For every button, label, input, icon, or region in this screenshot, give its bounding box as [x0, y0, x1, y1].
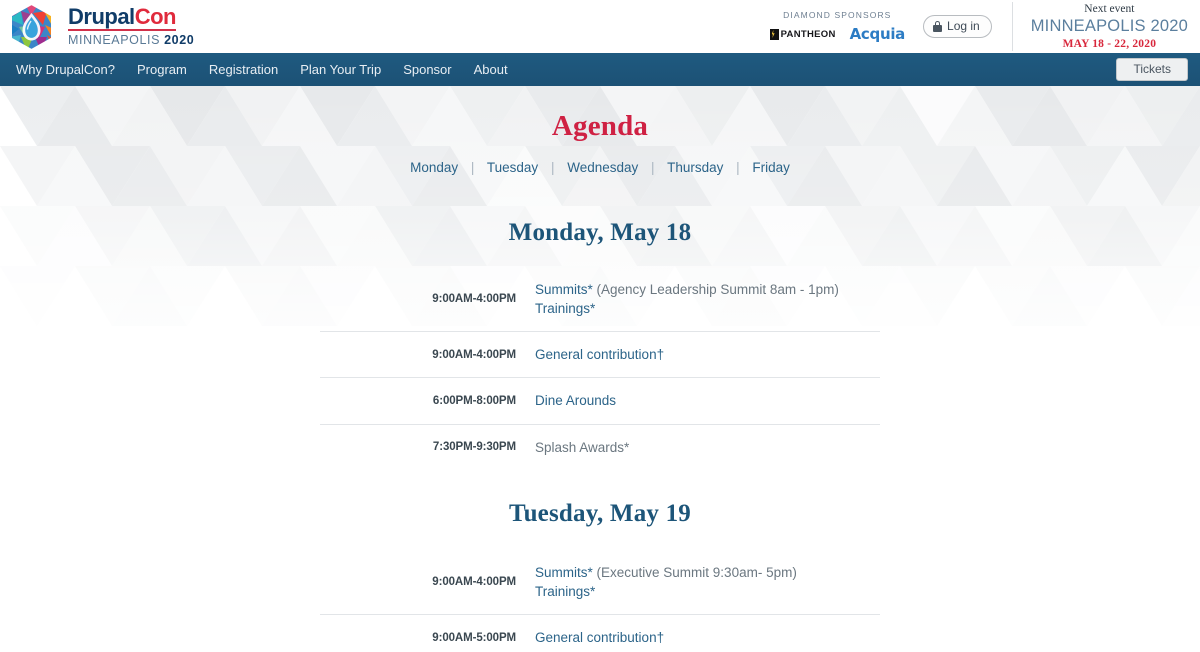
next-event-dates: MAY 18 - 22, 2020 — [1062, 37, 1157, 50]
lock-icon — [933, 20, 943, 32]
session-note: Splash Awards* — [535, 439, 630, 455]
row-time: 9:00AM-4:00PM — [432, 293, 516, 306]
row-time: 9:00AM-4:00PM — [432, 575, 516, 588]
wordmark-con: Con — [134, 4, 177, 30]
table-row: 6:00PM-8:00PM Dine Arounds — [320, 377, 880, 425]
agenda-table-tuesday: 9:00AM-4:00PM Summits* (Executive Summit… — [320, 550, 880, 652]
tickets-button[interactable]: Tickets — [1116, 58, 1188, 81]
row-time: 9:00AM-5:00PM — [320, 614, 535, 652]
row-line: Summits* (Executive Summit 9:30am- 5pm) — [535, 563, 880, 582]
day-link-separator: | — [651, 160, 655, 175]
session-link[interactable]: General contribution† — [535, 347, 664, 362]
next-event-city: MINNEAPOLIS 2020 — [1030, 17, 1188, 36]
site-header: DrupalCon MINNEAPOLIS 2020 DIAMOND SPONS… — [0, 0, 1200, 53]
pantheon-label: PANTHEON — [780, 28, 836, 40]
row-line: Trainings* — [535, 299, 880, 318]
drupalcon-wordmark: DrupalCon MINNEAPOLIS 2020 — [68, 6, 194, 47]
day-anchor-nav: Monday | Tuesday | Wednesday | Thursday … — [0, 160, 1200, 175]
page-title: Agenda — [551, 110, 649, 142]
row-time: 7:30PM-9:30PM — [320, 423, 535, 470]
pantheon-bolt-icon — [769, 28, 779, 40]
day-link-separator: | — [470, 160, 475, 175]
row-time: 6:00PM-8:00PM — [320, 377, 535, 425]
nav-item-why-drupalcon[interactable]: Why DrupalCon? — [16, 62, 115, 77]
row-description: General contribution† — [535, 331, 880, 378]
day-heading-tuesday: Tuesday, May 19 — [509, 499, 691, 527]
brand-logo[interactable]: DrupalCon MINNEAPOLIS 2020 — [0, 2, 194, 51]
day-link-thursday[interactable]: Thursday — [667, 160, 723, 175]
session-note: (Agency Leadership Summit 8am - 1pm) — [592, 282, 839, 297]
day-heading-monday: Monday, May 18 — [508, 219, 692, 246]
session-link[interactable]: Summits* — [535, 282, 593, 297]
table-row: 9:00AM-5:00PM General contribution† — [320, 614, 880, 652]
header-right-group: DIAMOND SPONSORS PANTHEON Acquia Log in … — [769, 1, 1200, 52]
session-link[interactable]: Dine Arounds — [535, 393, 616, 408]
table-row: 9:00AM-4:00PM Summits* (Executive Summit… — [320, 550, 880, 615]
wordmark-drupal: Drupal — [68, 4, 135, 30]
row-description: Splash Awards* — [535, 423, 880, 470]
session-link[interactable]: Summits* — [535, 565, 593, 580]
nav-item-sponsor[interactable]: Sponsor — [403, 62, 451, 77]
wordmark-year: 2020 — [164, 33, 195, 48]
table-row: 9:00AM-4:00PM General contribution† — [320, 331, 880, 378]
row-line: Splash Awards* — [535, 438, 880, 457]
agenda-table-monday: 9:00AM-4:00PM Summits* (Agency Leadershi… — [320, 267, 880, 470]
row-line: Dine Arounds — [535, 391, 880, 410]
session-note: (Executive Summit 9:30am- 5pm) — [592, 564, 797, 580]
day-link-separator: | — [550, 160, 555, 175]
day-link-wednesday[interactable]: Wednesday — [567, 160, 638, 175]
sponsors-label: DIAMOND SPONSORS — [783, 10, 892, 20]
page-body: Agenda Monday | Tuesday | Wednesday | Th… — [0, 86, 1200, 652]
diamond-sponsors: DIAMOND SPONSORS PANTHEON Acquia — [769, 10, 906, 43]
drupal-droplet-hex-icon — [9, 2, 54, 51]
row-line: Trainings* — [535, 582, 880, 601]
wordmark-city: MINNEAPOLIS — [68, 33, 161, 48]
day-link-friday[interactable]: Friday — [752, 160, 790, 175]
row-description: General contribution† — [535, 614, 880, 652]
main-navigation: Why DrupalCon? Program Registration Plan… — [0, 53, 1200, 86]
row-description: Summits* (Agency Leadership Summit 8am -… — [535, 267, 880, 332]
nav-item-registration[interactable]: Registration — [209, 62, 278, 77]
session-link[interactable]: Trainings* — [535, 301, 595, 316]
row-description: Dine Arounds — [535, 377, 880, 425]
sponsor-logo-pantheon[interactable]: PANTHEON — [769, 28, 836, 40]
day-link-separator: | — [736, 160, 740, 175]
nav-link-list: Why DrupalCon? Program Registration Plan… — [16, 62, 508, 77]
row-description: Summits* (Executive Summit 9:30am- 5pm) … — [535, 550, 880, 615]
row-time: 9:00AM-4:00PM — [320, 331, 535, 378]
day-link-tuesday[interactable]: Tuesday — [487, 160, 538, 175]
table-row: 7:30PM-9:30PM Splash Awards* — [320, 423, 880, 470]
session-link[interactable]: General contribution† — [535, 630, 664, 645]
login-label: Log in — [947, 19, 980, 33]
row-line: General contribution† — [535, 628, 880, 647]
nav-item-about[interactable]: About — [474, 62, 508, 77]
day-link-monday[interactable]: Monday — [410, 160, 458, 175]
row-line: General contribution† — [535, 345, 880, 364]
nav-item-program[interactable]: Program — [137, 62, 187, 77]
next-event-label: Next event — [1084, 2, 1135, 15]
agenda-content: Agenda Monday | Tuesday | Wednesday | Th… — [0, 86, 1200, 652]
row-line: Summits* (Agency Leadership Summit 8am -… — [535, 280, 880, 299]
table-row: 9:00AM-4:00PM Summits* (Agency Leadershi… — [320, 267, 880, 332]
next-event-block: Next event MINNEAPOLIS 2020 MAY 18 - 22,… — [1011, 1, 1188, 52]
nav-item-plan-your-trip[interactable]: Plan Your Trip — [300, 62, 381, 77]
session-link[interactable]: Trainings* — [535, 584, 595, 599]
login-button[interactable]: Log in — [923, 15, 992, 38]
sponsor-logo-acquia[interactable]: Acquia — [850, 25, 906, 43]
